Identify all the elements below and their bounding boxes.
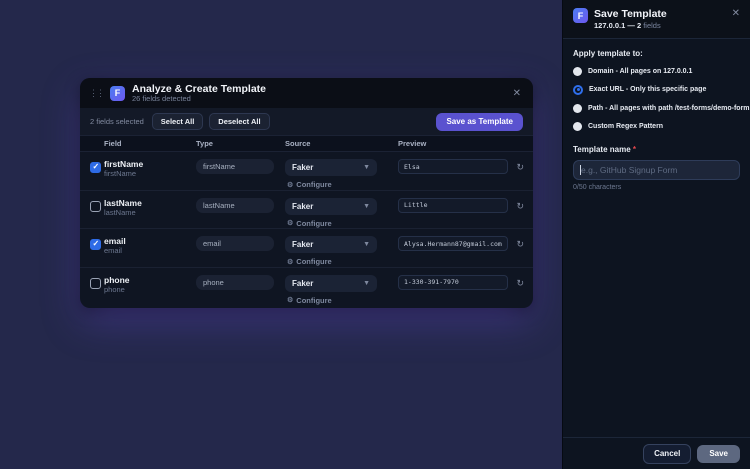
deselect-all-button[interactable]: Deselect All — [209, 113, 269, 131]
character-counter: 0/50 characters — [573, 184, 740, 191]
configure-link[interactable]: ⚙ Configure — [287, 180, 398, 189]
chevron-down-icon: ▼ — [363, 203, 370, 210]
refresh-icon[interactable]: ↻ — [516, 201, 524, 212]
source-select[interactable]: Faker ▼ — [285, 275, 377, 292]
configure-link[interactable]: ⚙ Configure — [287, 296, 398, 305]
gear-icon: ⚙ — [287, 219, 293, 227]
radio-icon[interactable] — [573, 85, 583, 95]
panel-footer: Cancel Save — [563, 437, 750, 469]
field-name: email — [104, 236, 196, 246]
configure-link[interactable]: ⚙ Configure — [287, 219, 398, 228]
column-header-preview: Preview — [398, 139, 507, 148]
field-subtitle: lastName — [104, 208, 196, 217]
chevron-down-icon: ▼ — [363, 241, 370, 248]
row-checkbox[interactable] — [90, 278, 101, 289]
column-header-type: Type — [196, 139, 285, 148]
type-value[interactable]: lastName — [196, 198, 274, 213]
table-row: firstName firstName firstName Faker ▼ ⚙ … — [80, 152, 533, 191]
panel-subtitle: 127.0.0.1 — 2 fields — [594, 21, 726, 30]
table-row: phone phone phone Faker ▼ ⚙ Configure 1-… — [80, 268, 533, 307]
modal-toolbar: 2 fields selected Select All Deselect Al… — [80, 108, 533, 136]
selected-count: 2 fields selected — [90, 117, 144, 126]
drag-handle-icon[interactable]: ⋮⋮ — [89, 89, 103, 98]
row-checkbox[interactable] — [90, 162, 101, 173]
template-name-input[interactable] — [573, 160, 740, 180]
template-name-label: Template name * — [573, 145, 740, 154]
source-select[interactable]: Faker ▼ — [285, 198, 377, 215]
radio-icon[interactable] — [573, 104, 582, 113]
cancel-button[interactable]: Cancel — [643, 444, 691, 464]
type-value[interactable]: email — [196, 236, 274, 251]
required-marker: * — [633, 145, 636, 154]
field-name: phone — [104, 275, 196, 285]
column-header-source: Source — [285, 139, 398, 148]
page-background: ⋮⋮ F Analyze & Create Template 26 fields… — [0, 0, 750, 469]
field-subtitle: firstName — [104, 169, 196, 178]
preview-value[interactable]: 1-330-391-7970 — [398, 275, 508, 290]
panel-close-icon[interactable]: ✕ — [732, 8, 740, 19]
table-header-row: Field Type Source Preview — [80, 136, 533, 152]
app-logo-icon: F — [110, 86, 125, 101]
type-value[interactable]: phone — [196, 275, 274, 290]
save-template-panel: F Save Template 127.0.0.1 — 2 fields ✕ A… — [562, 0, 750, 469]
preview-value[interactable]: Little — [398, 198, 508, 213]
scope-option-custom-regex[interactable]: Custom Regex Pattern — [573, 122, 740, 131]
save-button[interactable]: Save — [697, 445, 740, 463]
scope-option-path[interactable]: Path - All pages with path /test-forms/d… — [573, 104, 740, 113]
field-subtitle: email — [104, 246, 196, 255]
type-value[interactable]: firstName — [196, 159, 274, 174]
apply-template-label: Apply template to: — [573, 49, 740, 58]
refresh-icon[interactable]: ↻ — [516, 162, 524, 173]
gear-icon: ⚙ — [287, 258, 293, 266]
chevron-down-icon: ▼ — [363, 280, 370, 287]
radio-icon[interactable] — [573, 122, 582, 131]
row-checkbox[interactable] — [90, 201, 101, 212]
modal-subtitle: 26 fields detected — [132, 95, 506, 104]
field-name: lastName — [104, 198, 196, 208]
preview-value[interactable]: Alysa.Hermann87@gmail.com — [398, 236, 508, 251]
analyze-template-modal: ⋮⋮ F Analyze & Create Template 26 fields… — [80, 78, 533, 308]
panel-body: Apply template to: Domain - All pages on… — [563, 39, 750, 201]
modal-header: ⋮⋮ F Analyze & Create Template 26 fields… — [80, 78, 533, 108]
gear-icon: ⚙ — [287, 181, 293, 189]
select-all-button[interactable]: Select All — [152, 113, 204, 131]
gear-icon: ⚙ — [287, 296, 293, 304]
chevron-down-icon: ▼ — [363, 164, 370, 171]
table-row: email email email Faker ▼ ⚙ Configure Al… — [80, 229, 533, 268]
scope-option-domain[interactable]: Domain - All pages on 127.0.0.1 — [573, 67, 740, 76]
column-header-field: Field — [104, 139, 196, 148]
configure-link[interactable]: ⚙ Configure — [287, 257, 398, 266]
app-logo-icon: F — [573, 8, 588, 23]
field-name: firstName — [104, 159, 196, 169]
table-row: lastName lastName lastName Faker ▼ ⚙ Con… — [80, 191, 533, 230]
preview-value[interactable]: Elsa — [398, 159, 508, 174]
panel-title: Save Template — [594, 8, 726, 21]
panel-header: F Save Template 127.0.0.1 — 2 fields ✕ — [563, 0, 750, 39]
scope-option-exact-url[interactable]: Exact URL - Only this specific page — [573, 85, 740, 95]
radio-icon[interactable] — [573, 67, 582, 76]
field-subtitle: phone — [104, 285, 196, 294]
row-checkbox[interactable] — [90, 239, 101, 250]
modal-close-icon[interactable]: ✕ — [513, 88, 521, 99]
refresh-icon[interactable]: ↻ — [516, 239, 524, 250]
source-select[interactable]: Faker ▼ — [285, 236, 377, 253]
source-select[interactable]: Faker ▼ — [285, 159, 377, 176]
text-caret — [580, 165, 581, 175]
refresh-icon[interactable]: ↻ — [516, 278, 524, 289]
save-as-template-button[interactable]: Save as Template — [436, 113, 523, 131]
